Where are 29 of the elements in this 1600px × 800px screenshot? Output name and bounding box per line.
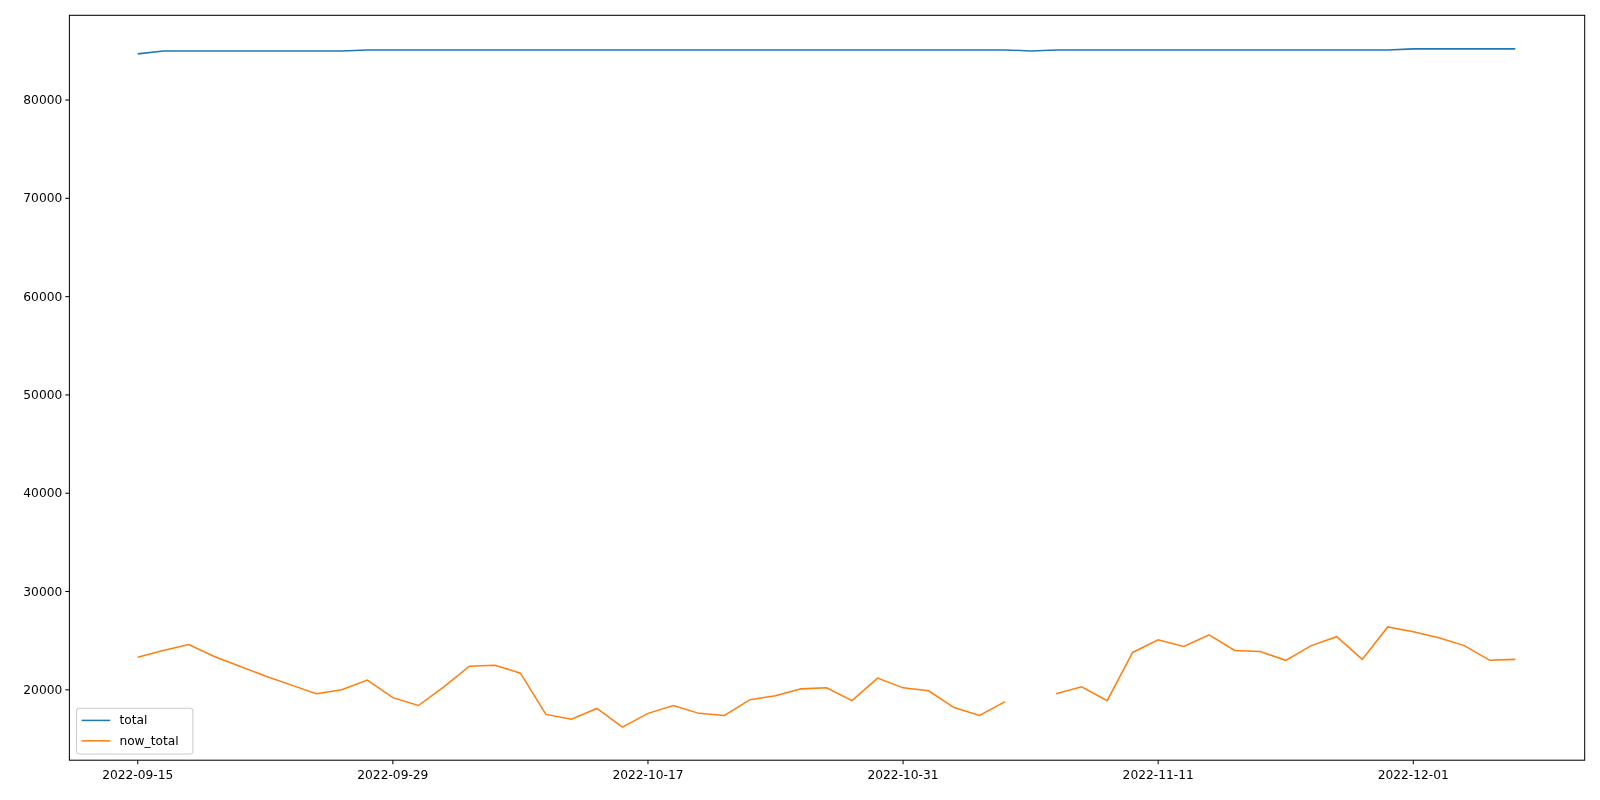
x-tick-label: 2022-12-01 <box>1377 767 1449 782</box>
y-tick-label: 60000 <box>23 289 63 304</box>
y-tick-label: 50000 <box>23 388 63 402</box>
x-tick <box>902 759 904 765</box>
y-tick-label: 30000 <box>23 584 63 599</box>
y-tick-label: 70000 <box>23 191 63 206</box>
y-tick <box>64 197 70 199</box>
y-tick <box>64 394 70 396</box>
y-tick <box>64 591 70 593</box>
y-tick <box>64 492 70 494</box>
x-tick <box>1412 759 1414 765</box>
legend-label: now_total <box>119 733 179 748</box>
x-tick-label: 2022-09-29 <box>357 767 429 782</box>
y-tick-label: 40000 <box>23 486 63 501</box>
x-tick <box>647 759 649 765</box>
y-tick <box>64 689 70 691</box>
legend-label: total <box>119 713 148 728</box>
x-tick-label: 2022-10-17 <box>612 767 684 782</box>
x-tick <box>137 759 139 765</box>
x-tick-label: 2022-09-15 <box>102 767 174 782</box>
x-tick-label: 2022-10-31 <box>867 767 939 782</box>
y-tick <box>64 99 70 101</box>
y-tick-label: 80000 <box>23 93 63 108</box>
x-tick <box>1157 759 1159 765</box>
y-tick <box>64 296 70 298</box>
x-tick <box>392 759 394 765</box>
x-tick-label: 2022-11-11 <box>1122 767 1194 782</box>
legend-swatch <box>80 719 111 722</box>
y-tick-label: 20000 <box>23 682 63 697</box>
